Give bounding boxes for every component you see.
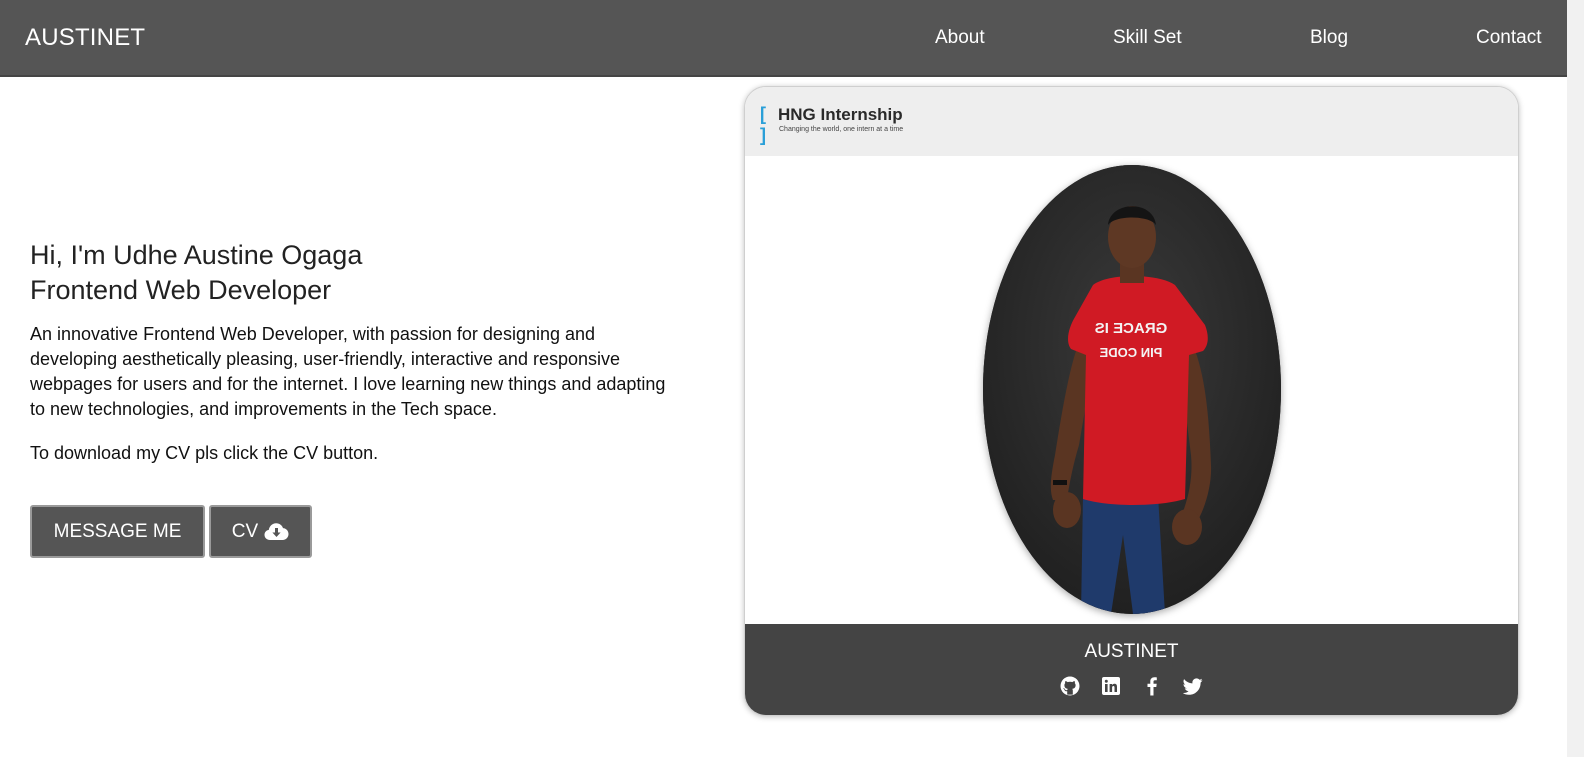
nav-link-contact[interactable]: Contact	[1476, 27, 1541, 49]
profile-photo-illustration: GRACE IS PIN CODE	[983, 165, 1281, 614]
github-icon[interactable]	[1060, 676, 1080, 696]
twitter-icon[interactable]	[1183, 676, 1203, 696]
linkedin-icon[interactable]	[1101, 676, 1121, 696]
profile-card: [ ] HNG Internship Changing the world, o…	[744, 86, 1519, 716]
hng-logo-tagline: Changing the world, one intern at a time	[779, 126, 904, 133]
card-header: [ ] HNG Internship Changing the world, o…	[745, 87, 1518, 156]
navbar: AUSTINET About Skill Set Blog Contact	[0, 0, 1567, 77]
social-links	[745, 676, 1518, 696]
intro-section: Hi, I'm Udhe Austine Ogaga Frontend Web …	[30, 238, 670, 466]
profile-photo: GRACE IS PIN CODE	[983, 165, 1281, 614]
card-footer: AUSTINET	[745, 624, 1518, 715]
facebook-icon[interactable]	[1142, 676, 1162, 696]
hng-logo-title: HNG Internship	[778, 105, 903, 124]
cv-download-button[interactable]: CV	[209, 505, 312, 558]
card-footer-title: AUSTINET	[1084, 641, 1179, 662]
shirt-text-line2: PIN CODE	[1099, 345, 1162, 360]
brand-logo-text[interactable]: AUSTINET	[25, 24, 145, 52]
intro-heading-name: Hi, I'm Udhe Austine Ogaga	[30, 240, 363, 270]
nav-link-skill-set[interactable]: Skill Set	[1113, 27, 1182, 49]
cv-button-label: CV	[231, 520, 259, 542]
intro-heading: Hi, I'm Udhe Austine Ogaga Frontend Web …	[30, 238, 670, 308]
cv-note: To download my CV pls click the CV butto…	[30, 443, 379, 463]
nav-link-about[interactable]: About	[935, 27, 985, 49]
shirt-text-line1: GRACE IS	[1095, 320, 1168, 337]
message-me-button[interactable]: MESSAGE ME	[30, 505, 205, 558]
intro-description: An innovative Frontend Web Developer, wi…	[30, 324, 666, 419]
nav-link-blog[interactable]: Blog	[1310, 27, 1348, 49]
cloud-download-icon	[264, 523, 289, 540]
intro-heading-role: Frontend Web Developer	[30, 275, 332, 305]
page-scrollbar[interactable]	[1567, 0, 1584, 757]
hng-logo-bracket: [ ]	[760, 104, 766, 145]
